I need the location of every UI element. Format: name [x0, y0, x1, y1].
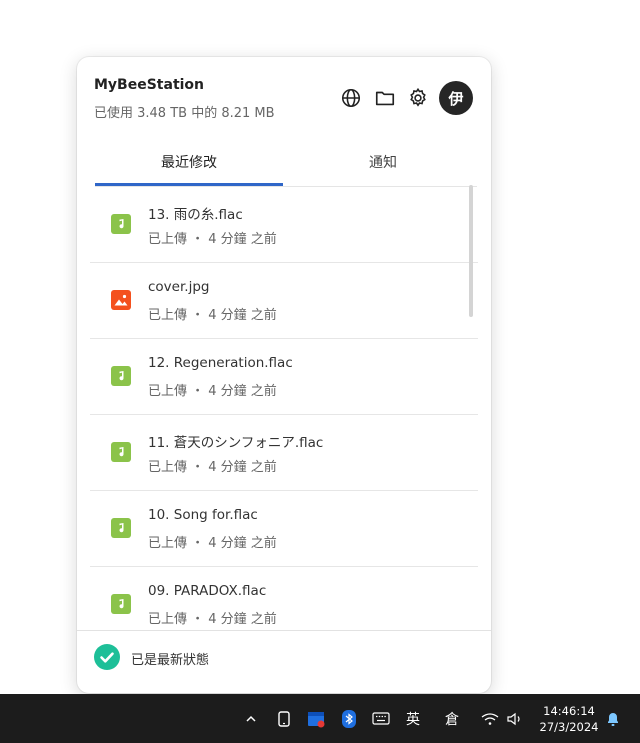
file-name: 11. 蒼天のシンフォニア.flac — [148, 435, 324, 451]
list-scrollbar[interactable] — [469, 185, 473, 317]
file-status: 已上傳 ・ 4 分鐘 之前 — [148, 308, 277, 323]
active-tab-indicator — [95, 183, 283, 186]
file-name: 13. 雨の糸.flac — [148, 207, 243, 223]
sync-status-text: 已是最新狀態 — [131, 653, 210, 668]
phone-link-icon[interactable] — [273, 694, 295, 743]
bluetooth-icon[interactable] — [338, 694, 360, 743]
taskbar: 英 倉 14:46:14 27/3/2024 — [0, 694, 640, 743]
list-item[interactable]: 10. Song for.flac 已上傳 ・ 4 分鐘 之前 — [90, 491, 478, 567]
gear-icon[interactable] — [407, 87, 429, 109]
tab-bar: 最近修改 通知 — [95, 145, 477, 187]
ime-language-indicator[interactable]: 英 — [401, 694, 425, 743]
list-item[interactable]: cover.jpg 已上傳 ・ 4 分鐘 之前 — [90, 263, 478, 339]
list-item[interactable]: 12. Regeneration.flac 已上傳 ・ 4 分鐘 之前 — [90, 339, 478, 415]
tab-notifications[interactable]: 通知 — [289, 145, 477, 185]
file-status: 已上傳 ・ 4 分鐘 之前 — [148, 232, 277, 247]
app-title: MyBeeStation — [94, 77, 205, 93]
check-circle-icon — [94, 644, 120, 670]
list-item[interactable]: 13. 雨の糸.flac 已上傳 ・ 4 分鐘 之前 — [90, 187, 478, 263]
file-name: 09. PARADOX.flac — [148, 583, 267, 599]
wifi-icon[interactable] — [480, 694, 500, 743]
tab-recent-changes[interactable]: 最近修改 — [95, 145, 283, 185]
clock-time: 14:46:14 — [543, 704, 595, 718]
file-status: 已上傳 ・ 4 分鐘 之前 — [148, 460, 277, 475]
ime-mode-indicator[interactable]: 倉 — [440, 694, 464, 743]
file-name: 10. Song for.flac — [148, 507, 258, 523]
notification-bell-icon[interactable] — [603, 694, 623, 743]
list-item[interactable]: 09. PARADOX.flac 已上傳 ・ 4 分鐘 之前 — [90, 567, 478, 631]
footer-divider — [77, 630, 491, 631]
list-item[interactable]: 11. 蒼天のシンフォニア.flac 已上傳 ・ 4 分鐘 之前 — [90, 415, 478, 491]
audio-file-icon — [111, 518, 131, 538]
keyboard-icon[interactable] — [370, 694, 392, 743]
audio-file-icon — [111, 214, 131, 234]
file-name: 12. Regeneration.flac — [148, 355, 293, 371]
audio-file-icon — [111, 594, 131, 614]
file-status: 已上傳 ・ 4 分鐘 之前 — [148, 612, 277, 627]
file-name: cover.jpg — [148, 279, 210, 295]
taskbar-clock[interactable]: 14:46:14 27/3/2024 — [536, 703, 602, 735]
globe-icon[interactable] — [340, 87, 362, 109]
folder-icon[interactable] — [374, 87, 396, 109]
file-status: 已上傳 ・ 4 分鐘 之前 — [148, 384, 277, 399]
storage-usage-text: 已使用 3.48 TB 中的 8.21 MB — [94, 106, 275, 121]
audio-file-icon — [111, 442, 131, 462]
sync-popup-panel: MyBeeStation 已使用 3.48 TB 中的 8.21 MB 伊 最近… — [77, 57, 491, 693]
clock-date: 27/3/2024 — [539, 720, 599, 734]
show-hidden-icons-chevron-icon[interactable] — [240, 694, 262, 743]
image-file-icon — [111, 290, 131, 310]
volume-icon[interactable] — [505, 694, 525, 743]
sync-app-tray-icon[interactable] — [305, 694, 327, 743]
audio-file-icon — [111, 366, 131, 386]
recent-files-list: 13. 雨の糸.flac 已上傳 ・ 4 分鐘 之前 cover.jpg 已上傳… — [90, 187, 478, 631]
user-avatar[interactable]: 伊 — [439, 81, 473, 115]
file-status: 已上傳 ・ 4 分鐘 之前 — [148, 536, 277, 551]
